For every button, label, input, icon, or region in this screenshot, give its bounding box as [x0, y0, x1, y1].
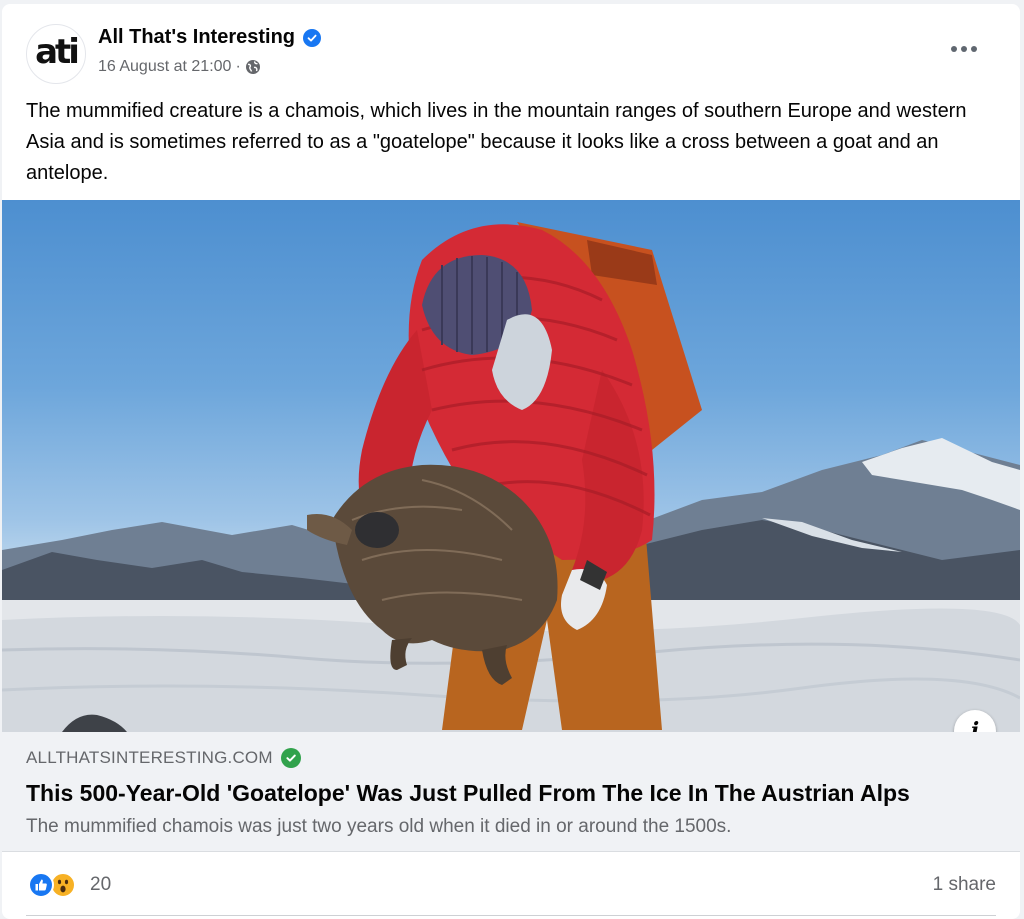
share-count[interactable]: 1 share — [933, 874, 996, 896]
like-reaction-icon — [28, 872, 54, 898]
engagement-bar: 20 1 share — [2, 852, 1020, 916]
link-title[interactable]: This 500-Year-Old 'Goatelope' Was Just P… — [26, 780, 910, 807]
more-options-icon[interactable] — [944, 34, 984, 64]
post-timestamp[interactable]: 16 August at 21:00 — [98, 58, 231, 76]
link-preview[interactable]: ALLTHATSINTERESTING.COM This 500-Year-Ol… — [2, 732, 1020, 852]
page-avatar[interactable]: ati — [26, 24, 86, 84]
verified-badge-icon — [303, 28, 322, 47]
divider — [26, 915, 996, 916]
verified-check-icon — [280, 748, 301, 768]
post-card: ati All That's Interesting 16 August at … — [2, 4, 1020, 919]
post-image[interactable] — [2, 200, 1020, 732]
post-header: ati All That's Interesting 16 August at … — [2, 4, 1020, 94]
link-domain: ALLTHATSINTERESTING.COM — [26, 748, 273, 767]
page-name[interactable]: All That's Interesting — [98, 26, 295, 49]
reactions-summary[interactable]: 20 — [28, 872, 111, 898]
post-body-text: The mummified creature is a chamois, whi… — [26, 100, 967, 184]
globe-icon[interactable] — [245, 59, 261, 75]
page-name-row: All That's Interesting — [98, 26, 322, 49]
reaction-count: 20 — [90, 874, 112, 895]
avatar-logo-text: ati — [35, 32, 80, 72]
meta-separator: · — [235, 58, 241, 75]
link-description: The mummified chamois was just two years… — [26, 816, 732, 837]
link-domain-row: ALLTHATSINTERESTING.COM — [26, 748, 301, 768]
post-meta: 16 August at 21:00 · — [98, 58, 261, 76]
